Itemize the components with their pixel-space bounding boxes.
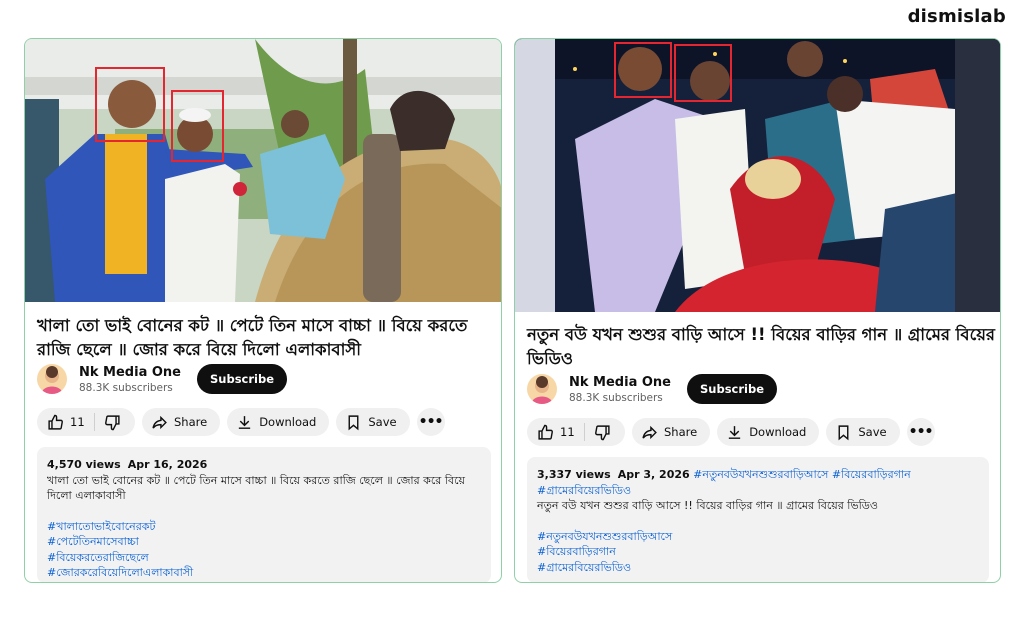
channel-row: Nk Media One 88.3K subscribers Subscribe xyxy=(37,364,477,394)
view-count: 4,570 views xyxy=(47,458,121,471)
upload-date: Apr 3, 2026 xyxy=(617,468,690,481)
hashtag-link[interactable]: #পেটেতিনমাসেবাচ্চা xyxy=(47,534,481,550)
dislike-icon[interactable] xyxy=(104,414,121,431)
hashtag-link[interactable]: #খালাতোভাইবোনেরকট xyxy=(47,519,481,535)
more-icon: ••• xyxy=(418,414,444,430)
hashtag-link[interactable]: #নতুনবউযখনশুশুরবাড়িআসে #বিয়েরবাড়িরগান xyxy=(693,468,911,481)
share-button[interactable]: Share xyxy=(142,408,221,436)
subscriber-count: 88.3K subscribers xyxy=(569,391,663,404)
highlight-box xyxy=(674,44,732,102)
divider xyxy=(93,413,95,431)
thumbnail-image xyxy=(515,39,1000,312)
description-text: নতুন বউ যখন শুশুর বাড়ি আসে !! বিয়ের বা… xyxy=(537,499,878,512)
channel-name[interactable]: Nk Media One xyxy=(79,365,183,380)
video-thumbnail[interactable] xyxy=(25,39,501,302)
more-button[interactable]: ••• xyxy=(906,418,935,446)
share-label: Share xyxy=(664,425,698,439)
like-dislike-group: 11 xyxy=(37,408,135,436)
video-description[interactable]: 3,337 views Apr 3, 2026 #নতুনবউযখনশুশুরব… xyxy=(527,457,989,582)
like-count: 11 xyxy=(70,415,85,429)
bookmark-icon xyxy=(835,424,852,441)
download-label: Download xyxy=(259,415,317,429)
share-label: Share xyxy=(174,415,208,429)
upload-date: Apr 16, 2026 xyxy=(127,458,208,471)
highlight-box xyxy=(614,42,672,98)
like-count: 11 xyxy=(560,425,575,439)
save-button[interactable]: Save xyxy=(826,418,900,446)
brand-logo: dismislab xyxy=(907,6,1006,27)
like-icon[interactable] xyxy=(47,414,64,431)
subscriber-count: 88.3K subscribers xyxy=(79,381,173,394)
hashtag-link[interactable]: #গ্রামেরবিয়েরভিডিও xyxy=(537,483,979,499)
bookmark-icon xyxy=(345,414,362,431)
video-card-1: খালা তো ভাই বোনের কট ॥ পেটে তিন মাসে বাচ… xyxy=(24,38,502,583)
like-dislike-group: 11 xyxy=(527,418,625,446)
hashtag-link[interactable]: #বিয়েকরতেরাজিছেলে xyxy=(47,550,481,566)
download-icon xyxy=(726,424,743,441)
highlight-box xyxy=(171,90,224,162)
share-button[interactable]: Share xyxy=(632,418,711,446)
video-title[interactable]: খালা তো ভাই বোনের কট ॥ পেটে তিন মাসে বাচ… xyxy=(37,314,487,362)
download-button[interactable]: Download xyxy=(227,408,330,436)
hashtag-link[interactable]: #জোরকরেবিয়েদিলোএলাকাবাসী xyxy=(47,565,481,581)
channel-avatar[interactable] xyxy=(37,364,67,394)
video-title[interactable]: নতুন বউ যখন শুশুর বাড়ি আসে !! বিয়ের বা… xyxy=(527,323,997,371)
channel-name[interactable]: Nk Media One xyxy=(569,375,673,390)
save-button[interactable]: Save xyxy=(336,408,410,436)
divider xyxy=(583,423,585,441)
download-icon xyxy=(236,414,253,431)
download-label: Download xyxy=(749,425,807,439)
subscribe-button[interactable]: Subscribe xyxy=(197,364,288,394)
hashtag-link[interactable]: #বিয়েরবাড়িরগান xyxy=(537,544,979,560)
video-card-2: নতুন বউ যখন শুশুর বাড়ি আসে !! বিয়ের বা… xyxy=(514,38,1001,583)
video-thumbnail[interactable] xyxy=(515,39,1000,312)
save-label: Save xyxy=(368,415,397,429)
description-text: খালা তো ভাই বোনের কট ॥ পেটে তিন মাসে বাচ… xyxy=(47,473,465,503)
more-button[interactable]: ••• xyxy=(416,408,445,436)
hashtag-link[interactable]: #গ্রামেরবিয়েরভিডিও xyxy=(537,560,979,576)
share-icon xyxy=(641,424,658,441)
action-bar: 11 Share Download Save ••• xyxy=(37,408,445,436)
channel-row: Nk Media One 88.3K subscribers Subscribe xyxy=(527,374,977,404)
dislike-icon[interactable] xyxy=(594,424,611,441)
hashtag-link[interactable]: #নতুনবউযখনশুশুরবাড়িআসে xyxy=(537,529,979,545)
action-bar: 11 Share Download Save ••• xyxy=(527,418,935,446)
like-icon[interactable] xyxy=(537,424,554,441)
video-description[interactable]: 4,570 views Apr 16, 2026 খালা তো ভাই বোন… xyxy=(37,447,491,582)
channel-avatar[interactable] xyxy=(527,374,557,404)
share-icon xyxy=(151,414,168,431)
download-button[interactable]: Download xyxy=(717,418,820,446)
more-icon: ••• xyxy=(908,424,934,440)
save-label: Save xyxy=(858,425,887,439)
subscribe-button[interactable]: Subscribe xyxy=(687,374,778,404)
view-count: 3,337 views xyxy=(537,468,611,481)
highlight-box xyxy=(95,67,165,142)
